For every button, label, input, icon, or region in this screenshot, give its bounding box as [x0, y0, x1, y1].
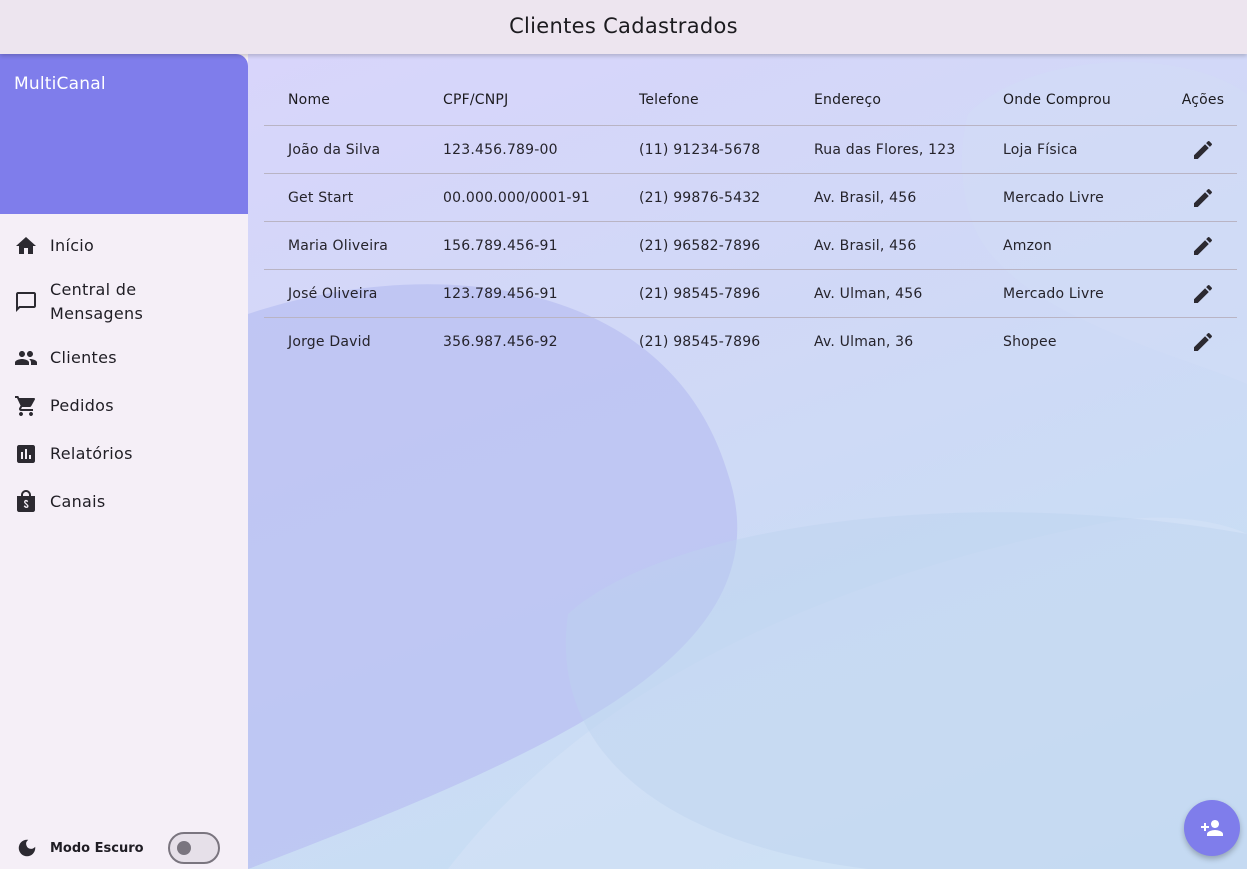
cell-nome: José Oliveira [288, 285, 378, 302]
cell-onde-comprou: Loja Física [1003, 141, 1078, 158]
column-header-cpf-cnpj: CPF/CNPJ [443, 91, 509, 108]
nav-item-label: Pedidos [50, 396, 114, 415]
page-title: Clientes Cadastrados [509, 14, 738, 38]
toggle-knob [177, 841, 191, 855]
nav-item-label: Início [50, 236, 95, 255]
app-bar: Clientes Cadastrados [0, 0, 1247, 54]
edit-icon[interactable] [1191, 330, 1215, 354]
table-row: José Oliveira 123.789.456-91 (21) 98545-… [264, 270, 1237, 318]
cell-acoes [1169, 330, 1237, 354]
drawer-header: MultiCanal [0, 54, 248, 214]
nav-item-inicio[interactable]: Início [0, 222, 248, 270]
table-row: Jorge David 356.987.456-92 (21) 98545-78… [264, 318, 1237, 366]
cell-acoes [1169, 186, 1237, 210]
cell-nome: Jorge David [288, 334, 371, 350]
table-header-row: Nome CPF/CNPJ Telefone Endereço Onde Com… [264, 74, 1237, 126]
person-add-icon [1201, 820, 1223, 836]
cell-nome: Maria Oliveira [288, 237, 389, 254]
cell-nome: Get Start [288, 189, 354, 206]
nav-item-clientes[interactable]: Clientes [0, 334, 248, 382]
nav-item-canais[interactable]: Canais [0, 478, 248, 526]
edit-icon[interactable] [1191, 138, 1215, 162]
cell-endereco: Av. Brasil, 456 [814, 237, 917, 254]
nav-list: Início Central de Mensagens Clientes Ped… [0, 214, 248, 526]
cell-telefone: (21) 96582-7896 [639, 237, 761, 254]
edit-icon[interactable] [1191, 186, 1215, 210]
edit-icon[interactable] [1191, 234, 1215, 258]
column-header-endereco: Endereço [814, 91, 882, 108]
cell-onde-comprou: Shopee [1003, 334, 1057, 350]
nav-item-label: Relatórios [50, 444, 133, 463]
cell-acoes [1169, 138, 1237, 162]
moon-icon [18, 839, 36, 857]
dark-mode-label: Modo Escuro [50, 840, 144, 856]
app-name: MultiCanal [14, 74, 106, 94]
cell-telefone: (11) 91234-5678 [639, 141, 761, 158]
edit-icon[interactable] [1191, 282, 1215, 306]
cell-cpf-cnpj: 356.987.456-92 [443, 334, 558, 350]
column-header-telefone: Telefone [639, 91, 699, 108]
nav-item-label: Clientes [50, 348, 117, 367]
column-header-acoes: Ações [1181, 91, 1225, 108]
cell-acoes [1169, 282, 1237, 306]
navigation-drawer: MultiCanal Início Central de Mensagens C… [0, 54, 248, 869]
cell-cpf-cnpj: 123.789.456-91 [443, 285, 558, 302]
bar-chart-icon [17, 445, 35, 463]
cell-endereco: Av. Brasil, 456 [814, 189, 917, 206]
cell-cpf-cnpj: 00.000.000/0001-91 [443, 189, 590, 206]
home-icon [16, 237, 36, 254]
cell-cpf-cnpj: 156.789.456-91 [443, 237, 558, 254]
cell-onde-comprou: Mercado Livre [1003, 189, 1104, 206]
table-row: Maria Oliveira 156.789.456-91 (21) 96582… [264, 222, 1237, 270]
column-header-onde-comprou: Onde Comprou [1003, 91, 1111, 108]
clients-table: Nome CPF/CNPJ Telefone Endereço Onde Com… [264, 74, 1237, 366]
cell-endereco: Rua das Flores, 123 [814, 141, 956, 158]
cell-onde-comprou: Mercado Livre [1003, 285, 1104, 302]
people-icon [15, 351, 37, 365]
dark-mode-row: Modo Escuro [0, 832, 248, 864]
shopping-bag-icon [17, 490, 35, 512]
cell-onde-comprou: Amzon [1003, 237, 1053, 254]
cart-icon [15, 396, 36, 416]
nav-item-relatorios[interactable]: Relatórios [0, 430, 248, 478]
cell-telefone: (21) 98545-7896 [639, 285, 761, 302]
nav-item-central-de-mensagens[interactable]: Central de Mensagens [0, 270, 248, 334]
cell-nome: João da Silva [288, 141, 381, 158]
cell-endereco: Av. Ulman, 36 [814, 334, 914, 350]
cell-cpf-cnpj: 123.456.789-00 [443, 141, 558, 158]
cell-endereco: Av. Ulman, 456 [814, 285, 923, 302]
cell-acoes [1169, 234, 1237, 258]
nav-item-pedidos[interactable]: Pedidos [0, 382, 248, 430]
dark-mode-toggle[interactable] [168, 832, 220, 864]
table-row: João da Silva 123.456.789-00 (11) 91234-… [264, 126, 1237, 174]
cell-telefone: (21) 99876-5432 [639, 189, 761, 206]
main-content: Nome CPF/CNPJ Telefone Endereço Onde Com… [248, 54, 1247, 869]
cell-telefone: (21) 98545-7896 [639, 334, 761, 350]
table-row: Get Start 00.000.000/0001-91 (21) 99876-… [264, 174, 1237, 222]
nav-item-label: Central de Mensagens [50, 280, 144, 323]
column-header-nome: Nome [288, 91, 331, 108]
nav-item-label: Canais [50, 492, 106, 511]
add-client-button[interactable] [1184, 800, 1240, 856]
chat-bubble-icon [16, 292, 36, 312]
